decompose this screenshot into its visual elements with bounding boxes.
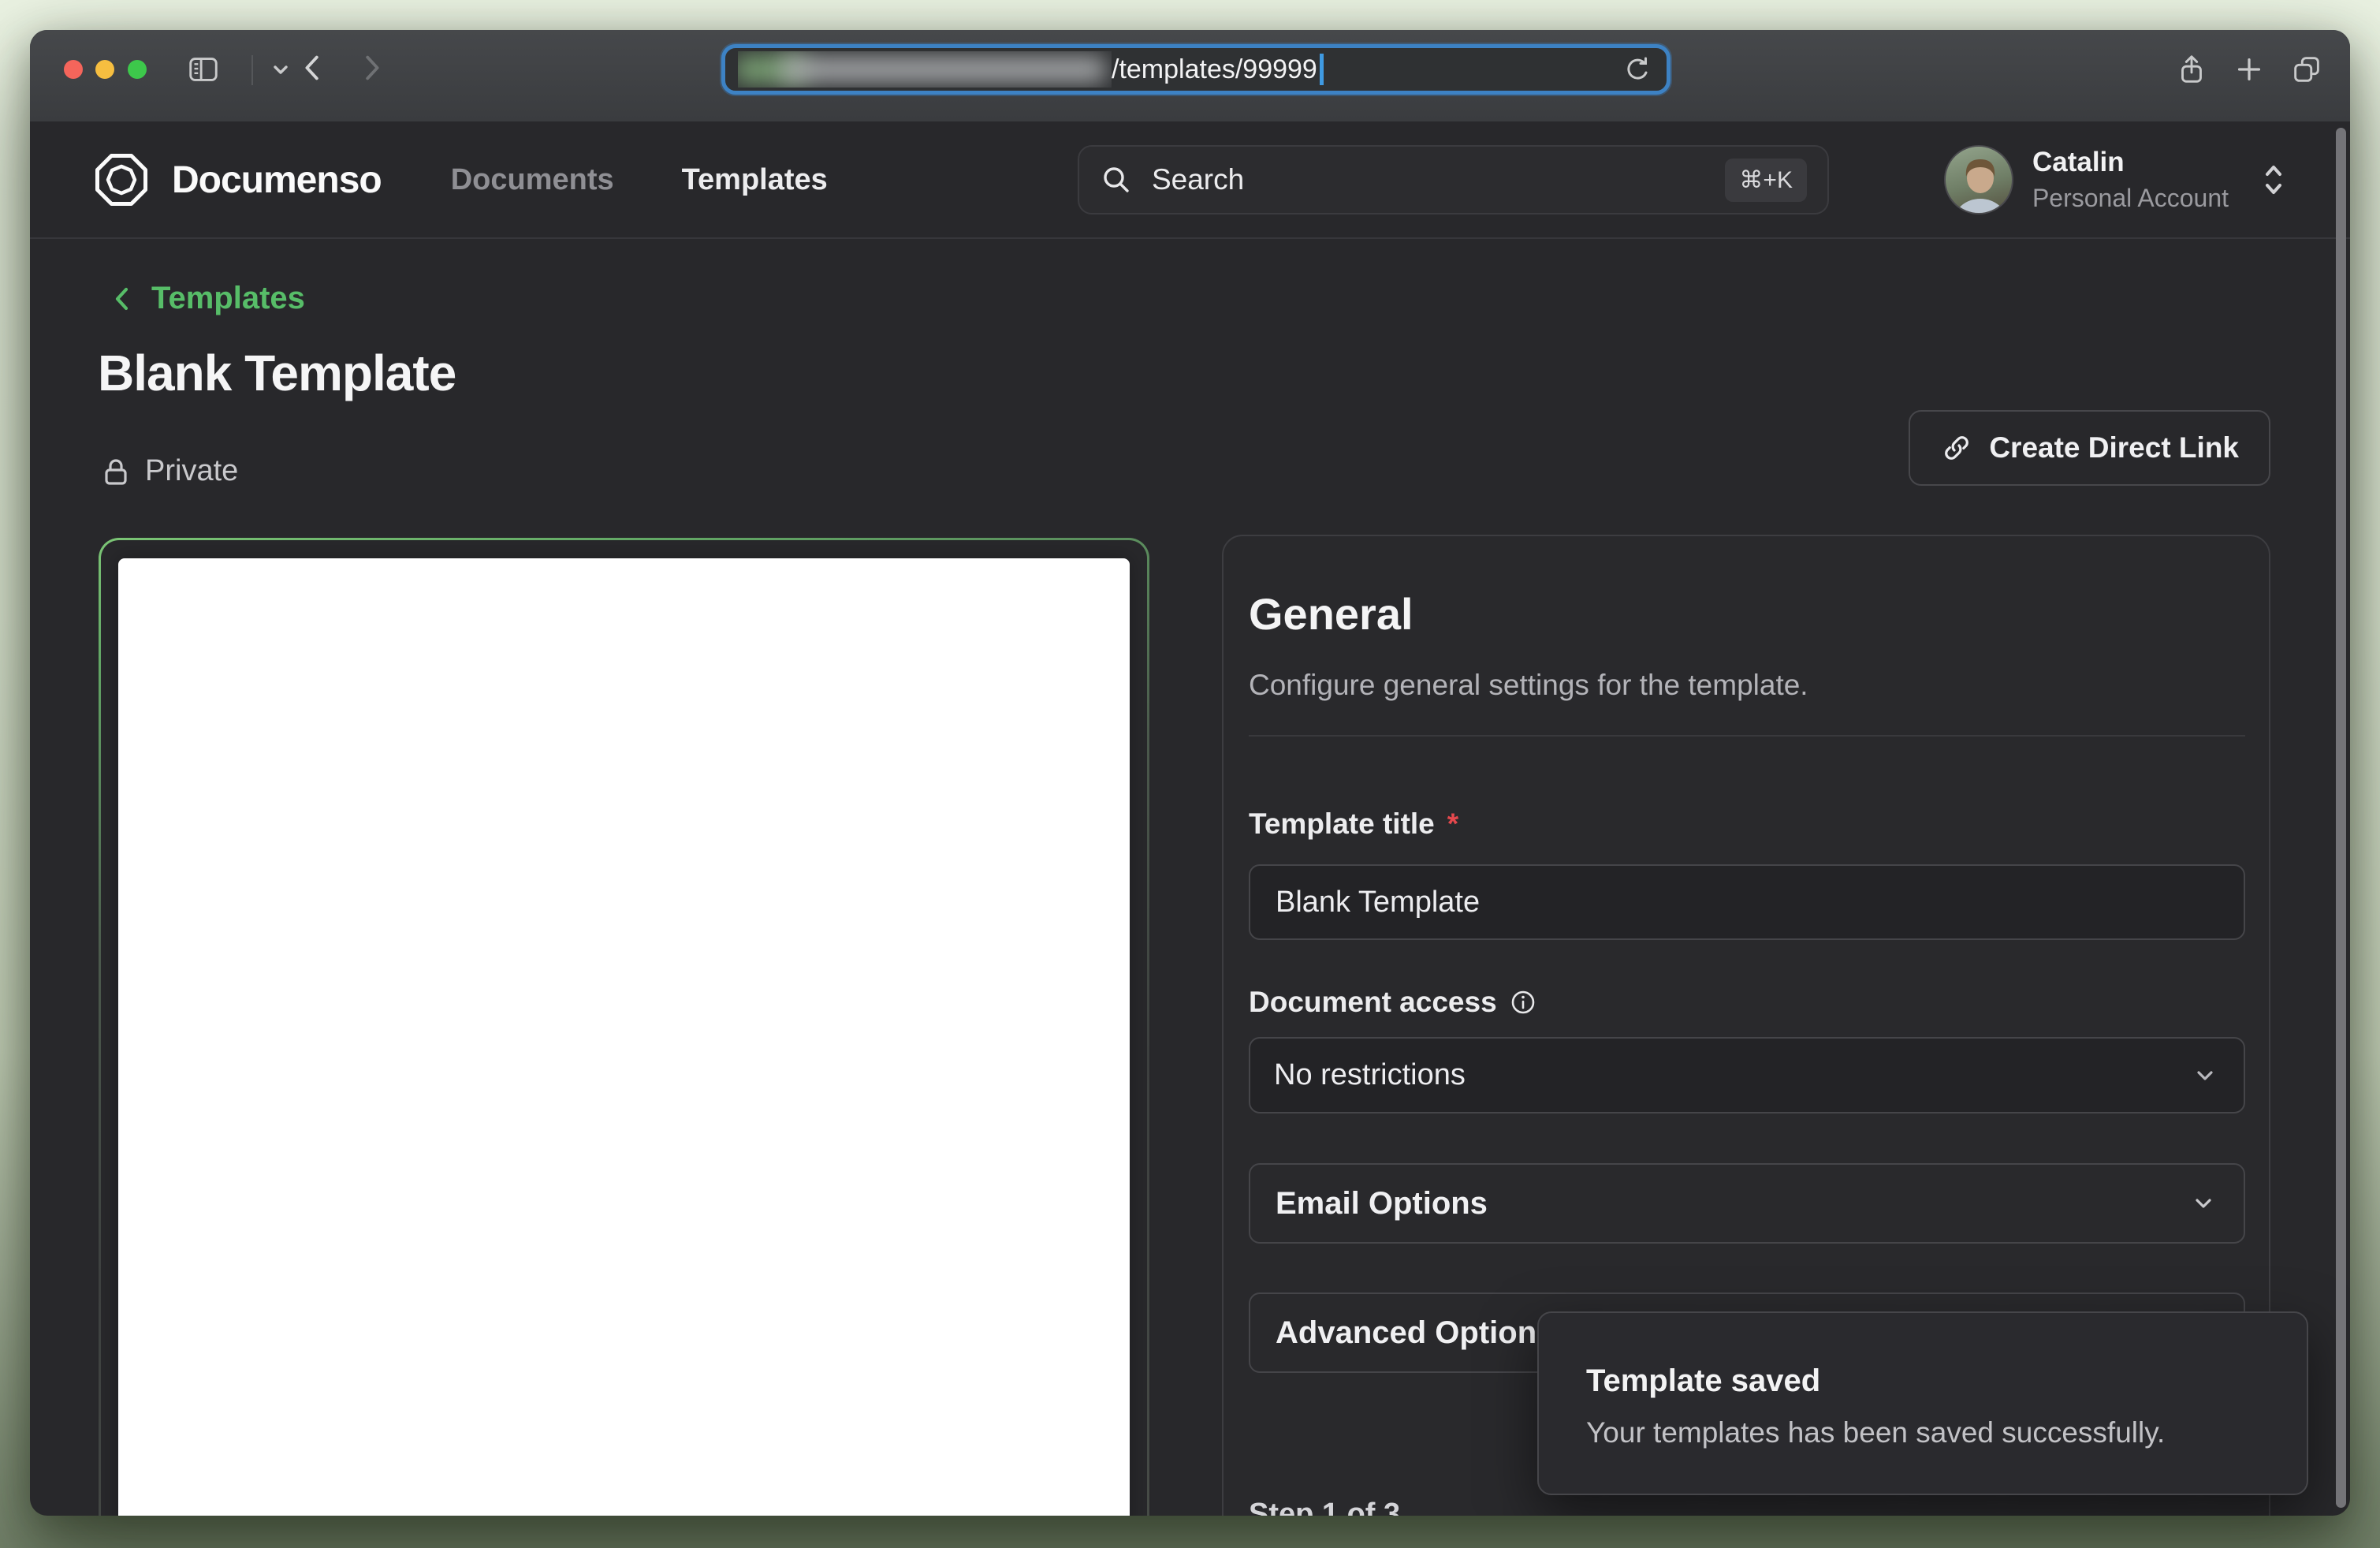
browser-window: /templates/99999: [30, 30, 2350, 1516]
breadcrumb-label: Templates: [151, 281, 305, 316]
tab-overview-icon[interactable]: [2289, 52, 2324, 87]
minimize-window-button[interactable]: [95, 60, 114, 79]
template-title-input[interactable]: [1249, 864, 2245, 940]
search-box[interactable]: ⌘+K: [1078, 145, 1829, 214]
document-preview-card: [99, 538, 1149, 1516]
lock-icon: [101, 455, 131, 488]
visibility-badge: Private: [101, 454, 238, 488]
chrome-separator: [251, 55, 253, 85]
breadcrumb-back-link[interactable]: Templates: [109, 281, 305, 316]
create-direct-link-button[interactable]: Create Direct Link: [1909, 410, 2270, 486]
nav-item-documents[interactable]: Documents: [451, 163, 614, 197]
blurred-domain: [738, 51, 1112, 88]
chevrons-up-down-icon: [2259, 159, 2289, 201]
browser-chrome: /templates/99999: [30, 30, 2350, 122]
zoom-window-button[interactable]: [128, 60, 147, 79]
scrollbar-thumb[interactable]: [2336, 128, 2346, 1508]
chevron-down-icon: [2188, 1188, 2218, 1218]
avatar: [1944, 145, 2013, 214]
blank-document-page: [118, 558, 1130, 1516]
email-options-label: Email Options: [1276, 1186, 1488, 1222]
panel-title: General: [1249, 588, 1413, 640]
document-access-select[interactable]: No restrictions: [1249, 1037, 2245, 1113]
chevron-down-icon: [2190, 1061, 2220, 1091]
account-type: Personal Account: [2032, 184, 2229, 213]
url-path-text: /templates/99999: [1112, 54, 1317, 85]
document-access-label: Document access: [1249, 986, 1536, 1019]
forward-button[interactable]: [353, 50, 388, 85]
info-icon[interactable]: [1510, 989, 1536, 1016]
account-name: Catalin: [2032, 147, 2229, 178]
close-window-button[interactable]: [64, 60, 83, 79]
app-header: Documenso Documents Templates ⌘+K: [30, 122, 2350, 239]
text-caret: [1320, 54, 1324, 85]
brand-name: Documenso: [172, 159, 382, 202]
new-tab-plus-icon[interactable]: [2232, 52, 2266, 87]
email-options-toggle[interactable]: Email Options: [1249, 1163, 2245, 1244]
share-icon[interactable]: [2174, 52, 2209, 87]
toast-notification: Template saved Your templates has been s…: [1537, 1311, 2308, 1495]
template-title-label: Template title *: [1249, 808, 1458, 841]
visibility-label: Private: [145, 454, 238, 488]
brand[interactable]: Documenso: [91, 150, 382, 210]
page-title: Blank Template: [98, 344, 456, 402]
magnifier-icon: [1100, 163, 1133, 196]
document-access-value: No restrictions: [1274, 1058, 1466, 1092]
create-direct-link-label: Create Direct Link: [1989, 431, 2239, 464]
advanced-options-label: Advanced Options: [1276, 1315, 1554, 1351]
sidebar-chevron-down-icon[interactable]: [263, 52, 298, 87]
nav-item-templates[interactable]: Templates: [682, 163, 828, 197]
chevron-left-icon: [109, 283, 136, 315]
step-indicator: Step 1 of 3: [1249, 1498, 1400, 1516]
panel-divider: [1249, 735, 2245, 737]
back-button[interactable]: [296, 50, 331, 85]
required-asterisk: *: [1447, 808, 1458, 841]
panel-subtitle: Configure general settings for the templ…: [1249, 669, 1808, 702]
address-bar[interactable]: /templates/99999: [721, 44, 1670, 95]
search-shortcut-badge: ⌘+K: [1725, 159, 1807, 202]
main-nav: Documents Templates: [451, 163, 828, 197]
account-menu[interactable]: Catalin Personal Account: [1944, 145, 2289, 214]
reload-icon[interactable]: [1621, 53, 1654, 86]
sidebar-toggle-icon[interactable]: [186, 52, 221, 87]
toast-message: Your templates has been saved successful…: [1586, 1416, 2259, 1449]
link-icon: [1940, 431, 1973, 464]
documenso-seal-icon: [91, 150, 151, 210]
toast-title: Template saved: [1586, 1363, 2259, 1399]
search-input[interactable]: [1152, 163, 1706, 196]
